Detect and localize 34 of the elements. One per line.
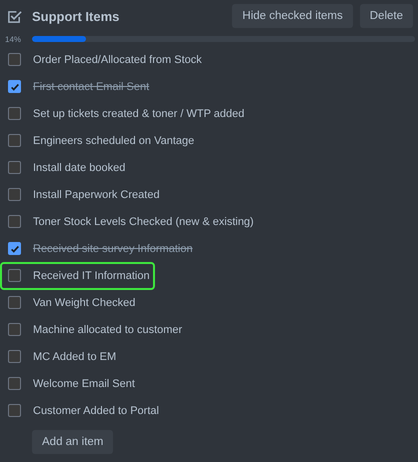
item-label: Set up tickets created & toner / WTP added: [33, 108, 244, 120]
checkbox[interactable]: [8, 107, 21, 120]
item-label: Install Paperwork Created: [33, 188, 160, 200]
checkbox[interactable]: [8, 161, 21, 174]
checkbox[interactable]: [8, 350, 21, 363]
checkbox[interactable]: [8, 242, 21, 255]
item-label: Received site survey Information: [33, 242, 193, 254]
checkbox[interactable]: [8, 53, 21, 66]
checkbox[interactable]: [8, 269, 21, 282]
checkbox[interactable]: [8, 323, 21, 336]
item-label: Toner Stock Levels Checked (new & existing): [33, 216, 254, 228]
hide-checked-button[interactable]: Hide checked items: [232, 4, 353, 28]
item-label: Received IT Information: [33, 270, 150, 282]
item-label: First contact Email Sent: [33, 80, 150, 92]
item-label: Machine allocated to customer: [33, 324, 182, 336]
item-label: Install date booked: [33, 162, 126, 174]
checklist-icon: [7, 8, 22, 24]
item-label: Engineers scheduled on Vantage: [33, 134, 194, 146]
checkbox[interactable]: [8, 80, 21, 93]
progress-percent: 14%: [4, 34, 22, 44]
checkbox[interactable]: [8, 296, 21, 309]
item-label: Order Placed/Allocated from Stock: [33, 54, 202, 66]
checkbox[interactable]: [8, 215, 21, 228]
delete-button[interactable]: Delete: [360, 4, 413, 28]
checkbox[interactable]: [8, 134, 21, 147]
item-label: Welcome Email Sent: [33, 378, 135, 390]
checkbox[interactable]: [8, 188, 21, 201]
item-label: Customer Added to Portal: [33, 404, 159, 416]
checklist-title: Support Items: [32, 8, 120, 24]
checkbox[interactable]: [8, 377, 21, 390]
checkbox[interactable]: [8, 404, 21, 417]
item-label: Van Weight Checked: [33, 296, 136, 308]
add-item-button[interactable]: Add an item: [32, 430, 114, 454]
item-label: MC Added to EM: [33, 350, 116, 362]
